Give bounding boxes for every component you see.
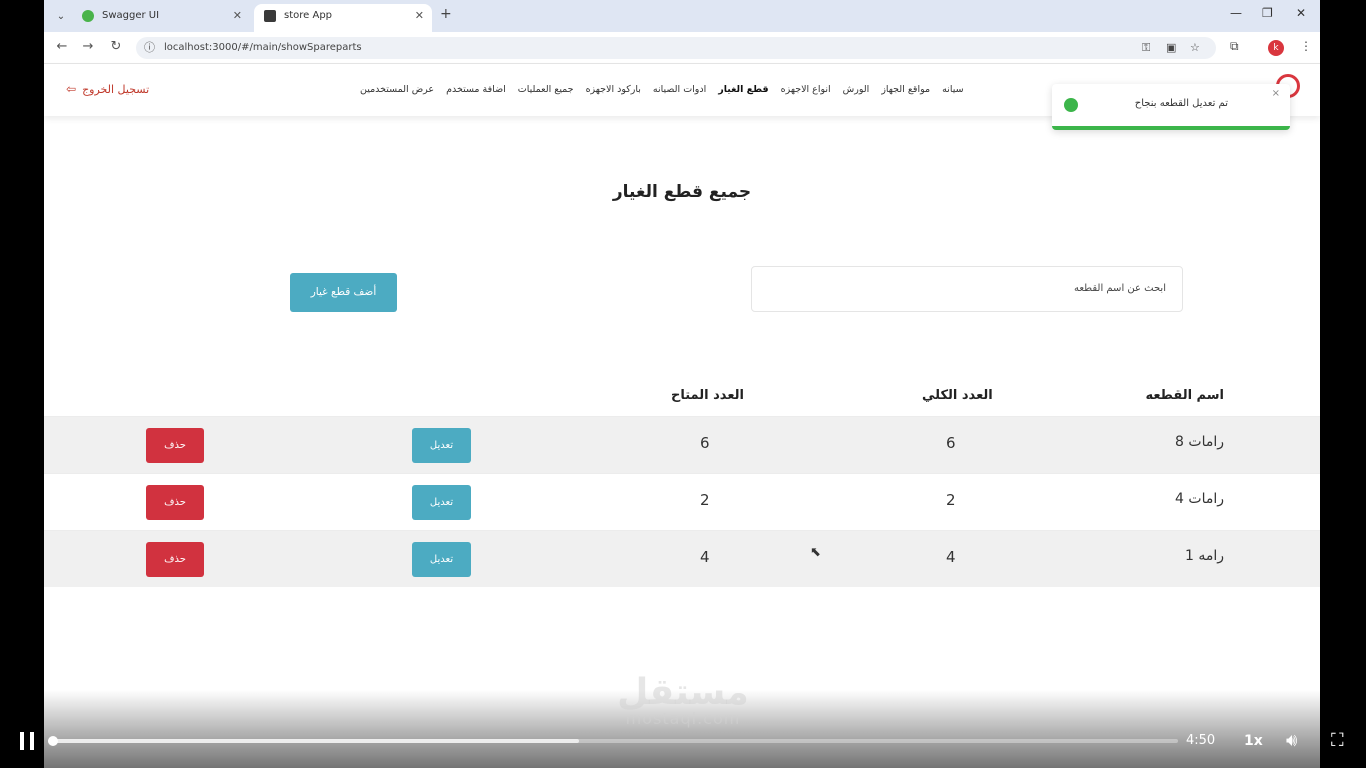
- table-header: اسم القطعه العدد الكلي العدد المتاح: [44, 380, 1320, 416]
- tab-swagger[interactable]: Swagger UI ✕: [72, 4, 250, 32]
- browser-window: ⌄ Swagger UI ✕ store App ✕ + — ❐ ✕ ← → ↻…: [44, 0, 1320, 768]
- cell-total: 2: [946, 491, 956, 509]
- toast-progress-bar: [1052, 126, 1290, 130]
- header-available: العدد المتاح: [671, 388, 744, 403]
- header-name: اسم القطعه: [1145, 388, 1224, 403]
- tab-store-app[interactable]: store App ✕: [254, 4, 432, 32]
- nav-link[interactable]: انواع الاجهزه: [781, 84, 831, 100]
- menu-dots-icon[interactable]: ⋮: [1300, 39, 1312, 53]
- table-row: رامه 1 4 4 تعديل حذف: [44, 530, 1320, 587]
- spareparts-table: اسم القطعه العدد الكلي العدد المتاح راما…: [44, 380, 1320, 587]
- nav-link[interactable]: اضافة مستخدم: [446, 84, 506, 100]
- nav-link[interactable]: ادوات الصيانه: [653, 84, 706, 100]
- browser-toolbar: ← → ↻ ⓘ localhost:3000/#/main/showSparep…: [44, 32, 1320, 64]
- search-input[interactable]: ابحث عن اسم القطعه: [751, 266, 1183, 312]
- exit-fullscreen-icon[interactable]: ⛶: [1331, 730, 1344, 751]
- reload-icon[interactable]: ↻: [108, 39, 124, 54]
- watermark-arabic: مستقل: [617, 672, 749, 713]
- edit-button[interactable]: تعديل: [412, 485, 471, 520]
- window-close-icon[interactable]: ✕: [1296, 6, 1306, 20]
- cell-total: 6: [946, 434, 956, 452]
- edit-button[interactable]: تعديل: [412, 542, 471, 577]
- tab-title: store App: [284, 10, 333, 21]
- seek-buffered: [48, 739, 580, 743]
- delete-button[interactable]: حذف: [146, 485, 204, 520]
- logout-icon: ⇦: [66, 82, 77, 96]
- mouse-cursor-icon: ⬉: [810, 545, 821, 560]
- minimize-icon[interactable]: —: [1230, 6, 1242, 20]
- toast-close-icon[interactable]: ×: [1272, 88, 1280, 99]
- watermark-logo: مستقل mostaql.com: [600, 672, 766, 728]
- close-icon[interactable]: ✕: [233, 4, 242, 28]
- cell-name: رامات 8: [1175, 434, 1224, 450]
- logout-label: تسجيل الخروج: [82, 83, 150, 96]
- app-icon: [264, 10, 276, 22]
- success-toast: تم تعديل القطعه بنجاح ×: [1052, 84, 1290, 130]
- cell-available: 2: [700, 491, 710, 509]
- video-player: ⌄ Swagger UI ✕ store App ✕ + — ❐ ✕ ← → ↻…: [0, 0, 1366, 768]
- toast-message: تم تعديل القطعه بنجاح: [1134, 98, 1228, 109]
- profile-avatar[interactable]: k: [1268, 40, 1284, 56]
- cell-name: رامه 1: [1184, 548, 1224, 564]
- swagger-icon: [82, 10, 94, 22]
- page-title: جميع قطع الغيار: [612, 182, 752, 202]
- header-total: العدد الكلي: [922, 388, 993, 403]
- cell-total: 4: [946, 548, 956, 566]
- time-display: 4:50: [1186, 733, 1216, 748]
- address-bar[interactable]: ⓘ localhost:3000/#/main/showSpareparts ⚿…: [136, 37, 1216, 59]
- restore-icon[interactable]: ❐: [1262, 6, 1273, 20]
- add-sparepart-button[interactable]: أضف قطع غيار: [290, 273, 397, 312]
- success-icon: [1064, 98, 1078, 112]
- table-row: رامات 4 2 2 تعديل حذف: [44, 473, 1320, 530]
- site-info-icon[interactable]: ⓘ: [144, 37, 155, 59]
- url-text: localhost:3000/#/main/showSpareparts: [164, 42, 362, 53]
- nav-link[interactable]: سيانه: [942, 84, 963, 100]
- cell-available: 4: [700, 548, 710, 566]
- nav-link[interactable]: مواقع الجهاز: [881, 84, 930, 100]
- nav-link[interactable]: الورش: [843, 84, 870, 100]
- tab-title: Swagger UI: [102, 10, 160, 21]
- delete-button[interactable]: حذف: [146, 542, 204, 577]
- nav-links: سيانه مواقع الجهاز الورش انواع الاجهزه ق…: [360, 84, 964, 100]
- back-icon[interactable]: ←: [54, 39, 70, 54]
- cell-name: رامات 4: [1175, 491, 1224, 507]
- tab-search-chevron-icon[interactable]: ⌄: [52, 8, 70, 26]
- edit-button[interactable]: تعديل: [412, 428, 471, 463]
- seek-bar[interactable]: [48, 736, 1178, 746]
- cell-available: 6: [700, 434, 710, 452]
- nav-link[interactable]: باركود الاجهزه: [586, 84, 641, 100]
- logout-link[interactable]: تسجيل الخروج ⇦: [66, 82, 149, 96]
- nav-link[interactable]: جميع العمليات: [518, 84, 574, 100]
- table-row: رامات 8 6 6 تعديل حذف: [44, 416, 1320, 473]
- forward-icon[interactable]: →: [80, 39, 96, 54]
- bookmark-star-icon[interactable]: ☆: [1190, 37, 1200, 59]
- nav-link-active[interactable]: قطع الغيار: [718, 84, 768, 100]
- close-icon[interactable]: ✕: [415, 4, 424, 28]
- nav-link[interactable]: عرض المستخدمين: [360, 84, 434, 100]
- tab-strip: ⌄ Swagger UI ✕ store App ✕ + — ❐ ✕: [44, 0, 1320, 32]
- volume-icon[interactable]: 🔊︎: [1286, 730, 1297, 751]
- pause-icon[interactable]: [20, 732, 36, 750]
- password-key-icon[interactable]: ⚿: [1142, 37, 1150, 59]
- seek-handle[interactable]: [48, 736, 58, 746]
- speed-button[interactable]: 1x: [1244, 733, 1263, 749]
- install-app-icon[interactable]: ▣: [1166, 37, 1176, 59]
- delete-button[interactable]: حذف: [146, 428, 204, 463]
- extensions-icon[interactable]: ⧉: [1230, 39, 1239, 54]
- new-tab-icon[interactable]: +: [440, 6, 452, 22]
